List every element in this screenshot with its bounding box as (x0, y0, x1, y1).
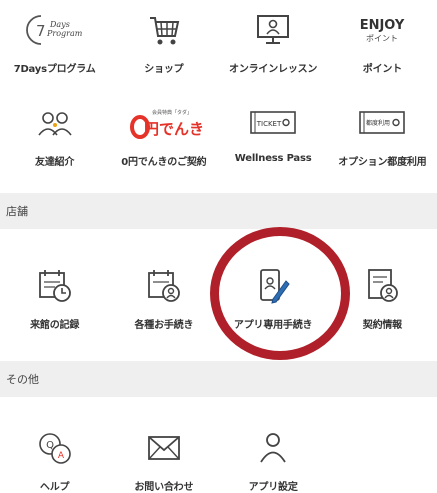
svg-text:TICKET: TICKET (256, 120, 282, 128)
section-header-store: 店舗 (0, 193, 437, 229)
menu-label: お問い合わせ (134, 482, 194, 493)
menu-item-7days-program[interactable]: 7 Days Program 7Daysプログラム (0, 10, 109, 75)
svg-text:Days: Days (49, 20, 70, 29)
per-use-ticket-icon: 都度利用 (328, 103, 437, 143)
menu-label: アプリ設定 (248, 482, 298, 493)
menu-label: 0円でんきのご契約 (121, 157, 207, 168)
phone-pen-icon (219, 266, 328, 306)
menu-item-app-settings[interactable]: アプリ設定 (219, 428, 328, 493)
menu-item-option-per-use[interactable]: 都度利用 オプション都度利用 (328, 103, 437, 168)
menu-item-procedures[interactable]: 各種お手続き (109, 266, 218, 331)
menu-label: ショップ (144, 64, 184, 75)
menu-label: 来館の記録 (30, 320, 80, 331)
calendar-person-icon (109, 266, 218, 306)
svg-text:A: A (58, 451, 65, 461)
other-menu-row: Q A ヘルプ お問い合わせ アプリ設定 (0, 428, 437, 493)
document-person-icon (328, 266, 437, 306)
menu-label: アプリ専用手続き (233, 320, 313, 331)
menu-label: ポイント (362, 64, 402, 75)
envelope-icon (109, 428, 218, 468)
menu-item-contact[interactable]: お問い合わせ (109, 428, 218, 493)
menu-label: オンラインレッスン (229, 64, 318, 75)
ticket-icon: TICKET (219, 103, 328, 143)
svg-text:都度利用: 都度利用 (366, 119, 390, 127)
menu-label: 各種お手続き (134, 320, 194, 331)
svg-text:ENJOY: ENJOY (360, 18, 405, 33)
menu-item-shop[interactable]: ショップ (109, 10, 218, 75)
menu-label: 友達紹介 (35, 157, 75, 168)
svg-text:会員特典「タダ」: 会員特典「タダ」 (152, 109, 192, 116)
menu-item-app-procedures[interactable]: アプリ専用手続き (219, 266, 328, 331)
section-title: 店舗 (6, 205, 28, 218)
top-menu-row: 7 Days Program 7Daysプログラム ショップ オンラインレッスン… (0, 10, 437, 75)
section-header-other: その他 (0, 361, 437, 397)
user-settings-icon (219, 428, 328, 468)
section-title: その他 (6, 373, 39, 386)
qa-bubbles-icon: Q A (0, 428, 109, 468)
svg-text:Program: Program (46, 29, 83, 38)
menu-item-zero-yen-denki[interactable]: 会員特典「タダ」 円でんき 0円でんきのご契約 (109, 103, 218, 168)
menu-item-wellness-pass[interactable]: TICKET Wellness Pass (219, 103, 328, 168)
menu-item-help[interactable]: Q A ヘルプ (0, 428, 109, 493)
menu-label: Wellness Pass (234, 153, 312, 164)
menu-item-point[interactable]: ENJOY ポイント ポイント (328, 10, 437, 75)
svg-text:ポイント: ポイント (366, 34, 398, 43)
7days-program-logo: 7 Days Program (0, 10, 109, 50)
zero-yen-denki-logo: 会員特典「タダ」 円でんき (109, 103, 218, 143)
menu-item-visit-record[interactable]: 来館の記録 (0, 266, 109, 331)
menu-label: 契約情報 (362, 320, 402, 331)
second-menu-row: 友達紹介 会員特典「タダ」 円でんき 0円でんきのご契約 TICKET Well… (0, 103, 437, 168)
menu-label: オプション都度利用 (338, 157, 427, 168)
svg-text:7: 7 (36, 22, 46, 40)
store-menu-row: 来館の記録 各種お手続き アプリ専用手続き 契約情報 (0, 266, 437, 331)
calendar-clock-icon (0, 266, 109, 306)
menu-item-friend-referral[interactable]: 友達紹介 (0, 103, 109, 168)
svg-text:円でんき: 円でんき (144, 120, 204, 138)
menu-item-online-lesson[interactable]: オンラインレッスン (219, 10, 328, 75)
enjoy-point-logo: ENJOY ポイント (328, 10, 437, 50)
menu-item-contract-info[interactable]: 契約情報 (328, 266, 437, 331)
menu-label: 7Daysプログラム (13, 64, 96, 75)
shopping-cart-icon (109, 10, 218, 50)
two-people-icon (0, 103, 109, 143)
menu-label: ヘルプ (39, 482, 70, 493)
monitor-person-icon (219, 10, 328, 50)
